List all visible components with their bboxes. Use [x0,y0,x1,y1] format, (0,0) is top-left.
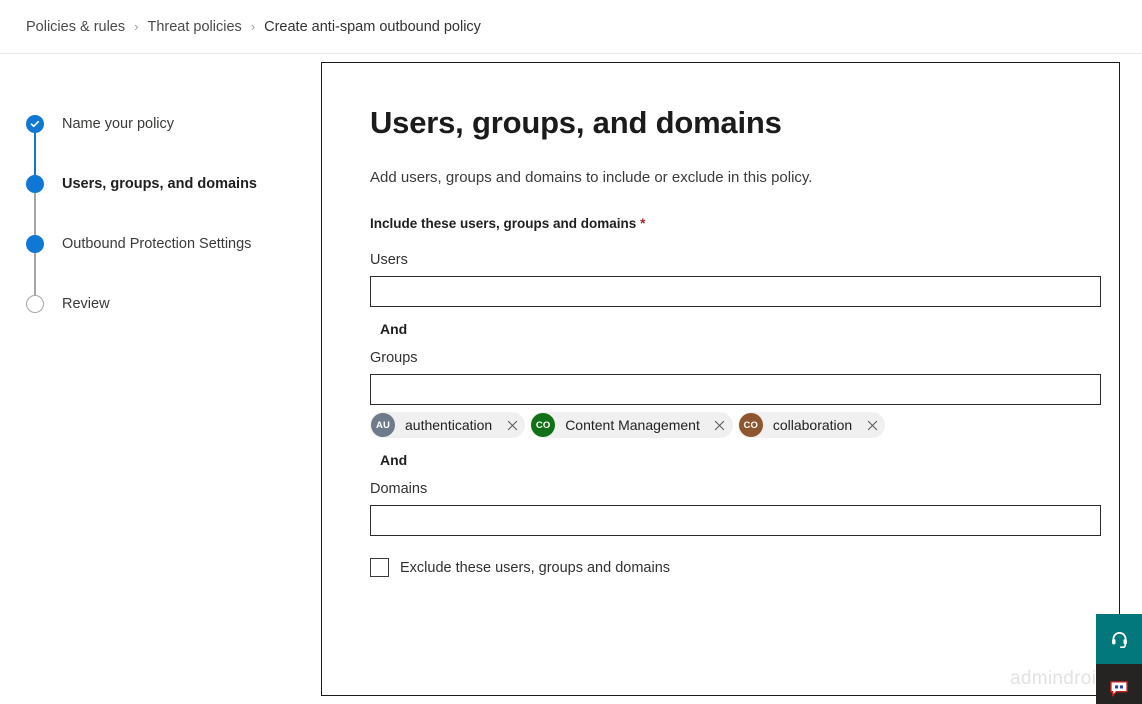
avatar: CO [531,413,556,437]
sidebar-item-label: Users, groups, and domains [62,176,257,192]
close-icon[interactable] [861,413,883,437]
wizard-rail: Name your policy Users, groups, and doma… [0,54,321,704]
sidebar-item-outbound-protection-settings[interactable]: Outbound Protection Settings [26,214,321,274]
exclude-checkbox-row[interactable]: Exclude these users, groups and domains [370,558,1119,577]
users-field-label: Users [370,252,408,268]
include-section-label: Include these users, groups and domains … [370,216,1119,231]
close-icon[interactable] [709,413,731,437]
sidebar-item-label: Name your policy [62,116,175,132]
domains-field-label: Domains [370,481,428,497]
chevron-right-icon: › [250,19,256,34]
support-button[interactable] [1096,614,1142,664]
exclude-checkbox-label: Exclude these users, groups and domains [400,559,671,576]
feedback-button[interactable] [1096,664,1142,704]
selected-groups-list: AU authentication CO Content Management CO co… [370,412,1119,438]
group-pill-label: collaboration [772,417,853,433]
and-separator-2: And [380,452,408,468]
step-empty-icon [26,295,44,313]
close-icon[interactable] [501,413,523,437]
breadcrumb: Policies & rules › Threat policies › Cre… [0,0,1142,54]
breadcrumb-item-create-policy: Create anti-spam outbound policy [264,18,481,35]
sidebar-item-users-groups-domains[interactable]: Users, groups, and domains [26,154,321,214]
step-complete-icon [26,115,44,133]
step-current-icon [26,175,44,193]
and-separator-1: And [380,321,408,337]
sidebar-item-label: Outbound Protection Settings [62,236,252,252]
users-input[interactable] [370,276,1101,307]
exclude-checkbox[interactable] [370,558,389,577]
required-marker: * [640,216,646,231]
group-pill[interactable]: CO collaboration [737,412,886,438]
chevron-right-icon: › [134,19,139,34]
group-pill[interactable]: AU authentication [370,412,526,438]
headset-icon [1111,631,1127,648]
page-title: Users, groups, and domains [370,105,782,140]
sidebar-item-label: Review [62,296,110,312]
groups-input[interactable] [370,374,1101,405]
sidebar-item-name-your-policy[interactable]: Name your policy [26,94,321,154]
group-pill-label: authentication [405,417,493,433]
include-section-text: Include these users, groups and domains [370,216,637,231]
avatar: CO [738,413,763,437]
speech-bubble-icon [1110,681,1128,697]
breadcrumb-item-threat-policies[interactable]: Threat policies [147,19,241,35]
group-pill[interactable]: CO Content Management [530,412,733,438]
floating-side-widgets [1096,614,1142,704]
domains-input[interactable] [370,505,1101,536]
breadcrumb-item-policies-rules[interactable]: Policies & rules [26,19,125,35]
sidebar-item-review[interactable]: Review [26,274,321,334]
page-description: Add users, groups and domains to include… [370,169,813,186]
content-panel: Users, groups, and domains Add users, gr… [321,62,1120,696]
page-body: Name your policy Users, groups, and doma… [0,54,1142,704]
wizard-steps: Name your policy Users, groups, and doma… [26,94,321,334]
group-pill-label: Content Management [565,417,700,433]
step-filled-icon [26,235,44,253]
avatar: AU [371,413,395,437]
groups-field-label: Groups [370,350,418,366]
